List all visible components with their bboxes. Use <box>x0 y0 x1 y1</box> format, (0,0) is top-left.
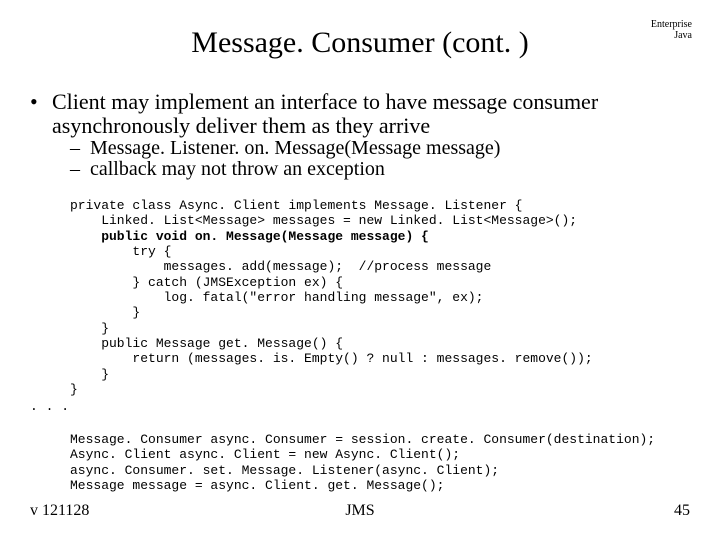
sub-marker: – <box>70 159 90 181</box>
corner-line-2: Java <box>651 31 692 42</box>
sub-text: Message. Listener. on. Message(Message m… <box>90 138 690 160</box>
bullet-item: • Client may implement an interface to h… <box>30 90 690 138</box>
code-line: } <box>70 382 78 397</box>
slide-title: Message. Consumer (cont. ) <box>0 26 720 60</box>
footer-topic: JMS <box>0 502 720 520</box>
sub-text: callback may not throw an exception <box>90 159 690 181</box>
bullet-text: Client may implement an interface to hav… <box>52 90 690 138</box>
code-block-2: Message. Consumer async. Consumer = sess… <box>70 417 690 494</box>
sub-marker: – <box>70 138 90 160</box>
code-line: Message. Consumer async. Consumer = sess… <box>70 432 655 447</box>
code-line: Linked. List<Message> messages = new Lin… <box>70 213 577 228</box>
code-line: async. Consumer. set. Message. Listener(… <box>70 463 499 478</box>
corner-line-1: Enterprise <box>651 20 692 31</box>
code-line: return (messages. is. Empty() ? null : m… <box>70 351 593 366</box>
footer-page-number: 45 <box>674 502 690 520</box>
code-line: private class Async. Client implements M… <box>70 198 522 213</box>
slide-body: • Client may implement an interface to h… <box>30 90 690 493</box>
corner-label: Enterprise Java <box>651 20 692 41</box>
slide: Message. Consumer (cont. ) Enterprise Ja… <box>0 0 720 540</box>
code-line: } <box>70 305 140 320</box>
sub-bullet: – Message. Listener. on. Message(Message… <box>70 138 690 160</box>
code-ellipsis: . . . <box>30 399 690 414</box>
code-line: messages. add(message); //process messag… <box>70 259 491 274</box>
code-line: Message message = async. Client. get. Me… <box>70 478 444 493</box>
code-line: Async. Client async. Client = new Async.… <box>70 447 460 462</box>
code-line: } catch (JMSException ex) { <box>70 275 343 290</box>
code-line: } <box>70 367 109 382</box>
code-line: public void on. Message(Message message)… <box>70 229 429 244</box>
code-line: log. fatal("error handling message", ex)… <box>70 290 483 305</box>
sub-bullet: – callback may not throw an exception <box>70 159 690 181</box>
code-block-1: private class Async. Client implements M… <box>70 183 690 398</box>
bullet-marker: • <box>30 90 52 138</box>
code-line: public Message get. Message() { <box>70 336 343 351</box>
code-line: try { <box>70 244 171 259</box>
code-line: } <box>70 321 109 336</box>
